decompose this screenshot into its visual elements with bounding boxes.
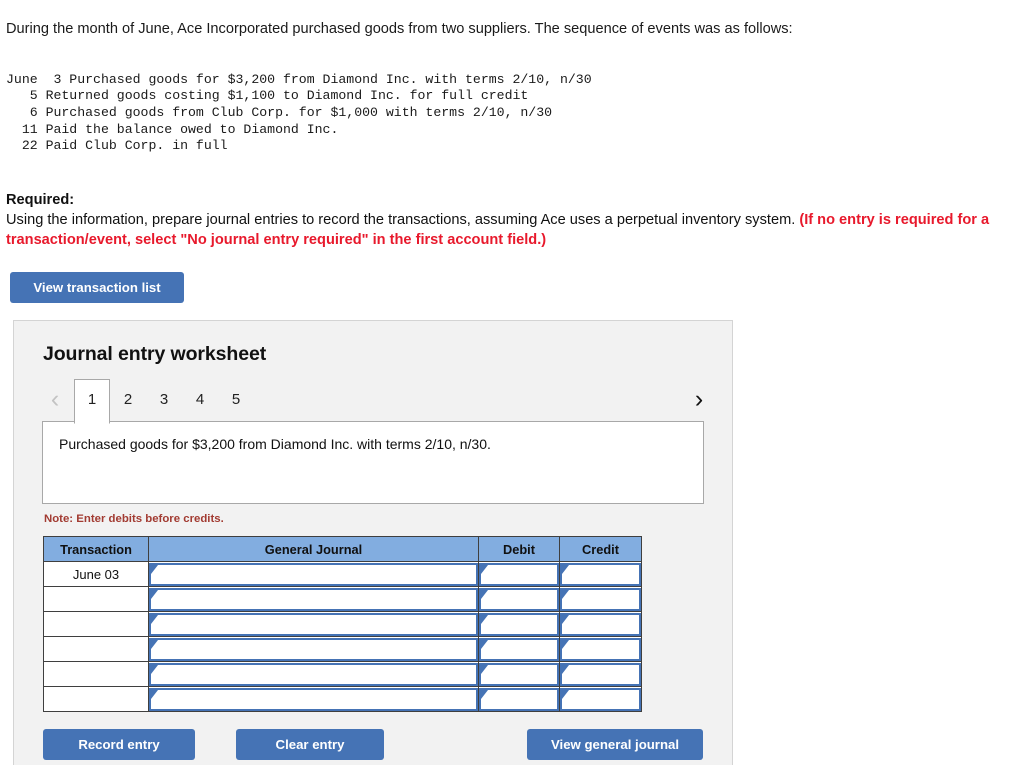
row-2-transaction [43,611,149,638]
clear-entry-button[interactable]: Clear entry [236,729,384,761]
row-1-credit-input[interactable] [560,587,641,611]
journal-entry-table: Transaction General Journal Debit Credit… [43,536,642,713]
chevron-right-icon[interactable]: › [686,379,712,419]
row-1-general-journal-input[interactable] [149,587,478,611]
header-transaction: Transaction [43,536,149,563]
table-row [43,611,642,638]
row-0-debit-cell[interactable] [478,561,560,588]
tab-1[interactable]: 1 [74,379,110,425]
transaction-description-box: Purchased goods for $3,200 from Diamond … [42,421,704,505]
row-2-general-journal-cell[interactable] [148,611,479,638]
dropdown-flag-icon [151,639,158,649]
row-1-debit-cell[interactable] [478,586,560,613]
row-3-debit-input[interactable] [479,637,559,661]
dropdown-flag-icon [151,689,158,699]
header-general-journal: General Journal [148,536,479,563]
dropdown-flag-icon [151,614,158,624]
row-4-credit-cell[interactable] [559,661,642,688]
row-2-debit-cell[interactable] [478,611,560,638]
worksheet-tabstrip: ‹ 1 2 3 4 5 › [14,379,732,425]
row-5-credit-cell[interactable] [559,686,642,713]
table-row [43,586,642,613]
worksheet-title: Journal entry worksheet [43,343,267,366]
row-3-general-journal-cell[interactable] [148,636,479,663]
dropdown-flag-icon [481,589,488,599]
dropdown-flag-icon [481,639,488,649]
row-0-general-journal-cell[interactable] [148,561,479,588]
row-1-credit-cell[interactable] [559,586,642,613]
row-4-transaction [43,661,149,688]
table-row: June 03 [43,561,642,588]
row-3-transaction [43,636,149,663]
intro-paragraph: During the month of June, Ace Incorporat… [6,20,793,37]
dropdown-flag-icon [562,564,569,574]
table-header-row: Transaction General Journal Debit Credit [43,536,642,563]
row-4-credit-input[interactable] [560,662,641,686]
row-2-general-journal-input[interactable] [149,612,478,636]
dropdown-flag-icon [151,589,158,599]
row-2-debit-input[interactable] [479,612,559,636]
row-5-transaction [43,686,149,713]
row-5-debit-cell[interactable] [478,686,560,713]
problem-page: During the month of June, Ace Incorporat… [0,15,1024,765]
row-0-credit-cell[interactable] [559,561,642,588]
row-5-debit-input[interactable] [479,687,559,711]
row-3-credit-input[interactable] [560,637,641,661]
chevron-left-icon[interactable]: ‹ [42,379,68,419]
row-5-general-journal-input[interactable] [149,687,478,711]
required-label: Required: [6,192,75,209]
row-0-transaction: June 03 [43,561,149,588]
row-4-debit-cell[interactable] [478,661,560,688]
view-transaction-list-button[interactable]: View transaction list [10,272,184,304]
dropdown-flag-icon [562,639,569,649]
worksheet-tabs: 1 2 3 4 5 [74,379,254,425]
record-entry-button[interactable]: Record entry [43,729,195,761]
header-credit: Credit [559,536,642,563]
required-section: Required: Using the information, prepare… [0,168,1018,250]
dropdown-flag-icon [562,689,569,699]
tab-2[interactable]: 2 [110,379,146,419]
transaction-list-text: June 3 Purchased goods for $3,200 from D… [6,71,592,154]
row-1-general-journal-cell[interactable] [148,586,479,613]
row-1-debit-input[interactable] [479,587,559,611]
dropdown-flag-icon [151,664,158,674]
dropdown-flag-icon [562,589,569,599]
row-3-debit-cell[interactable] [478,636,560,663]
dropdown-flag-icon [562,664,569,674]
dropdown-flag-icon [481,614,488,624]
row-3-credit-cell[interactable] [559,636,642,663]
row-0-debit-input[interactable] [479,562,559,586]
row-3-general-journal-input[interactable] [149,637,478,661]
row-2-credit-input[interactable] [560,612,641,636]
dropdown-flag-icon [151,564,158,574]
table-row [43,636,642,663]
required-body: Using the information, prepare journal e… [6,210,1018,250]
row-0-credit-input[interactable] [560,562,641,586]
tab-5[interactable]: 5 [218,379,254,419]
row-4-general-journal-input[interactable] [149,662,478,686]
row-0-general-journal-input[interactable] [149,562,478,586]
dropdown-flag-icon [481,664,488,674]
header-debit: Debit [478,536,560,563]
table-row [43,686,642,713]
row-4-debit-input[interactable] [479,662,559,686]
dropdown-flag-icon [562,614,569,624]
required-body-text: Using the information, prepare journal e… [6,212,800,229]
debits-before-credits-note: Note: Enter debits before credits. [44,513,224,526]
dropdown-flag-icon [481,564,488,574]
row-1-transaction [43,586,149,613]
row-5-general-journal-cell[interactable] [148,686,479,713]
row-2-credit-cell[interactable] [559,611,642,638]
row-4-general-journal-cell[interactable] [148,661,479,688]
tab-4[interactable]: 4 [182,379,218,419]
view-general-journal-button[interactable]: View general journal [527,729,703,761]
table-row [43,661,642,688]
row-5-credit-input[interactable] [560,687,641,711]
tab-3[interactable]: 3 [146,379,182,419]
journal-entry-worksheet-panel: Journal entry worksheet ‹ 1 2 3 4 5 › Pu… [13,320,733,765]
worksheet-action-buttons: Record entry Clear entry View general jo… [43,729,732,761]
dropdown-flag-icon [481,689,488,699]
